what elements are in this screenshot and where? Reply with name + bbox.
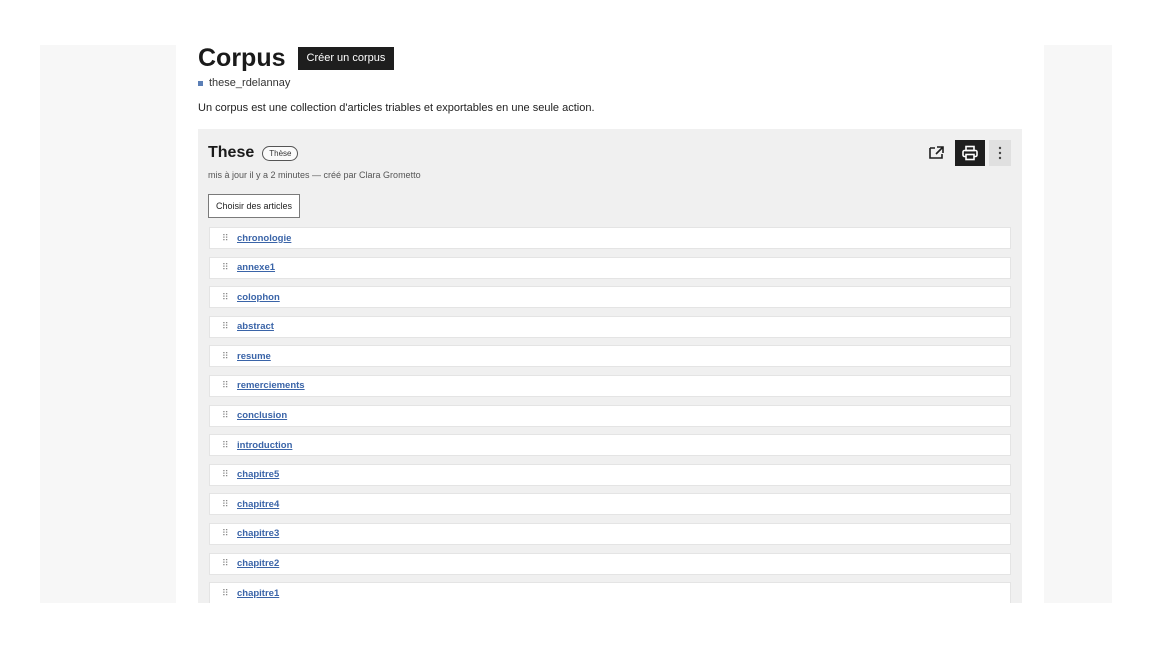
article-link[interactable]: chapitre2 — [237, 558, 279, 569]
article-link[interactable]: chapitre5 — [237, 469, 279, 480]
corpus-header: These Thèse — [208, 144, 299, 162]
drag-handle-icon[interactable]: ⠿ — [222, 558, 237, 569]
drag-handle-icon[interactable]: ⠿ — [222, 528, 237, 539]
article-link[interactable]: colophon — [237, 292, 280, 303]
article-row[interactable]: ⠿ chapitre5 — [209, 463, 1011, 486]
article-link[interactable]: chapitre3 — [237, 528, 279, 539]
owner-square-icon — [198, 80, 203, 86]
corpus-meta: mis à jour il y a 2 minutes — créé par C… — [208, 170, 421, 180]
article-link[interactable]: resume — [237, 351, 271, 362]
corpus-title: These — [208, 144, 255, 161]
page-header: Corpus Créer un corpus — [198, 45, 395, 72]
main-content: Corpus Créer un corpus these_rdelannay U… — [176, 45, 1044, 603]
drag-handle-icon[interactable]: ⠿ — [222, 588, 237, 599]
article-link[interactable]: chapitre1 — [237, 588, 279, 599]
drag-handle-icon[interactable]: ⠿ — [222, 440, 237, 451]
article-link[interactable]: introduction — [237, 440, 292, 451]
export-button[interactable] — [921, 140, 951, 166]
right-gutter — [1044, 45, 1112, 603]
drag-handle-icon[interactable]: ⠿ — [222, 321, 237, 332]
article-link[interactable]: chapitre4 — [237, 499, 279, 510]
page-title: Corpus — [198, 45, 286, 72]
drag-handle-icon[interactable]: ⠿ — [222, 499, 237, 510]
vertical-dots-icon — [998, 146, 1002, 160]
article-row[interactable]: ⠿ chapitre4 — [209, 493, 1011, 516]
owner-name: these_rdelannay — [209, 77, 291, 89]
article-link[interactable]: conclusion — [237, 410, 287, 421]
article-row[interactable]: ⠿ remerciements — [209, 374, 1011, 397]
corpus-card: These Thèse mis à jour il y a 2 minutes … — [198, 129, 1022, 603]
printer-icon — [962, 145, 978, 161]
article-row[interactable]: ⠿ colophon — [209, 286, 1011, 309]
article-row[interactable]: ⠿ annexe1 — [209, 256, 1011, 279]
drag-handle-icon[interactable]: ⠿ — [222, 262, 237, 273]
workspace-owner: these_rdelannay — [198, 77, 290, 89]
article-row[interactable]: ⠿ conclusion — [209, 404, 1011, 427]
article-row[interactable]: ⠿ chronologie — [209, 227, 1011, 249]
article-row[interactable]: ⠿ introduction — [209, 434, 1011, 457]
article-list: ⠿ chronologie ⠿ annexe1 ⠿ colophon ⠿ abs… — [209, 227, 1011, 603]
article-row[interactable]: ⠿ chapitre1 — [209, 582, 1011, 603]
drag-handle-icon[interactable]: ⠿ — [222, 410, 237, 421]
article-link[interactable]: abstract — [237, 321, 274, 332]
share-export-icon — [929, 146, 944, 159]
corpus-actions — [917, 140, 1011, 166]
article-link[interactable]: remerciements — [237, 380, 305, 391]
corpus-type-badge: Thèse — [262, 145, 299, 161]
article-row[interactable]: ⠿ chapitre3 — [209, 522, 1011, 545]
drag-handle-icon[interactable]: ⠿ — [222, 292, 237, 303]
article-link[interactable]: chronologie — [237, 233, 291, 244]
article-row[interactable]: ⠿ chapitre2 — [209, 552, 1011, 575]
drag-handle-icon[interactable]: ⠿ — [222, 469, 237, 480]
print-button[interactable] — [955, 140, 985, 166]
drag-handle-icon[interactable]: ⠿ — [222, 380, 237, 391]
choose-articles-button[interactable]: Choisir des articles — [208, 194, 301, 218]
page-description: Un corpus est une collection d'articles … — [198, 102, 595, 114]
article-link[interactable]: annexe1 — [237, 262, 275, 273]
article-row[interactable]: ⠿ resume — [209, 345, 1011, 368]
create-corpus-button[interactable]: Créer un corpus — [297, 46, 395, 70]
more-options-button[interactable] — [989, 140, 1011, 166]
drag-handle-icon[interactable]: ⠿ — [222, 351, 237, 362]
left-gutter — [40, 45, 176, 603]
article-row[interactable]: ⠿ abstract — [209, 315, 1011, 338]
drag-handle-icon[interactable]: ⠿ — [222, 233, 237, 244]
